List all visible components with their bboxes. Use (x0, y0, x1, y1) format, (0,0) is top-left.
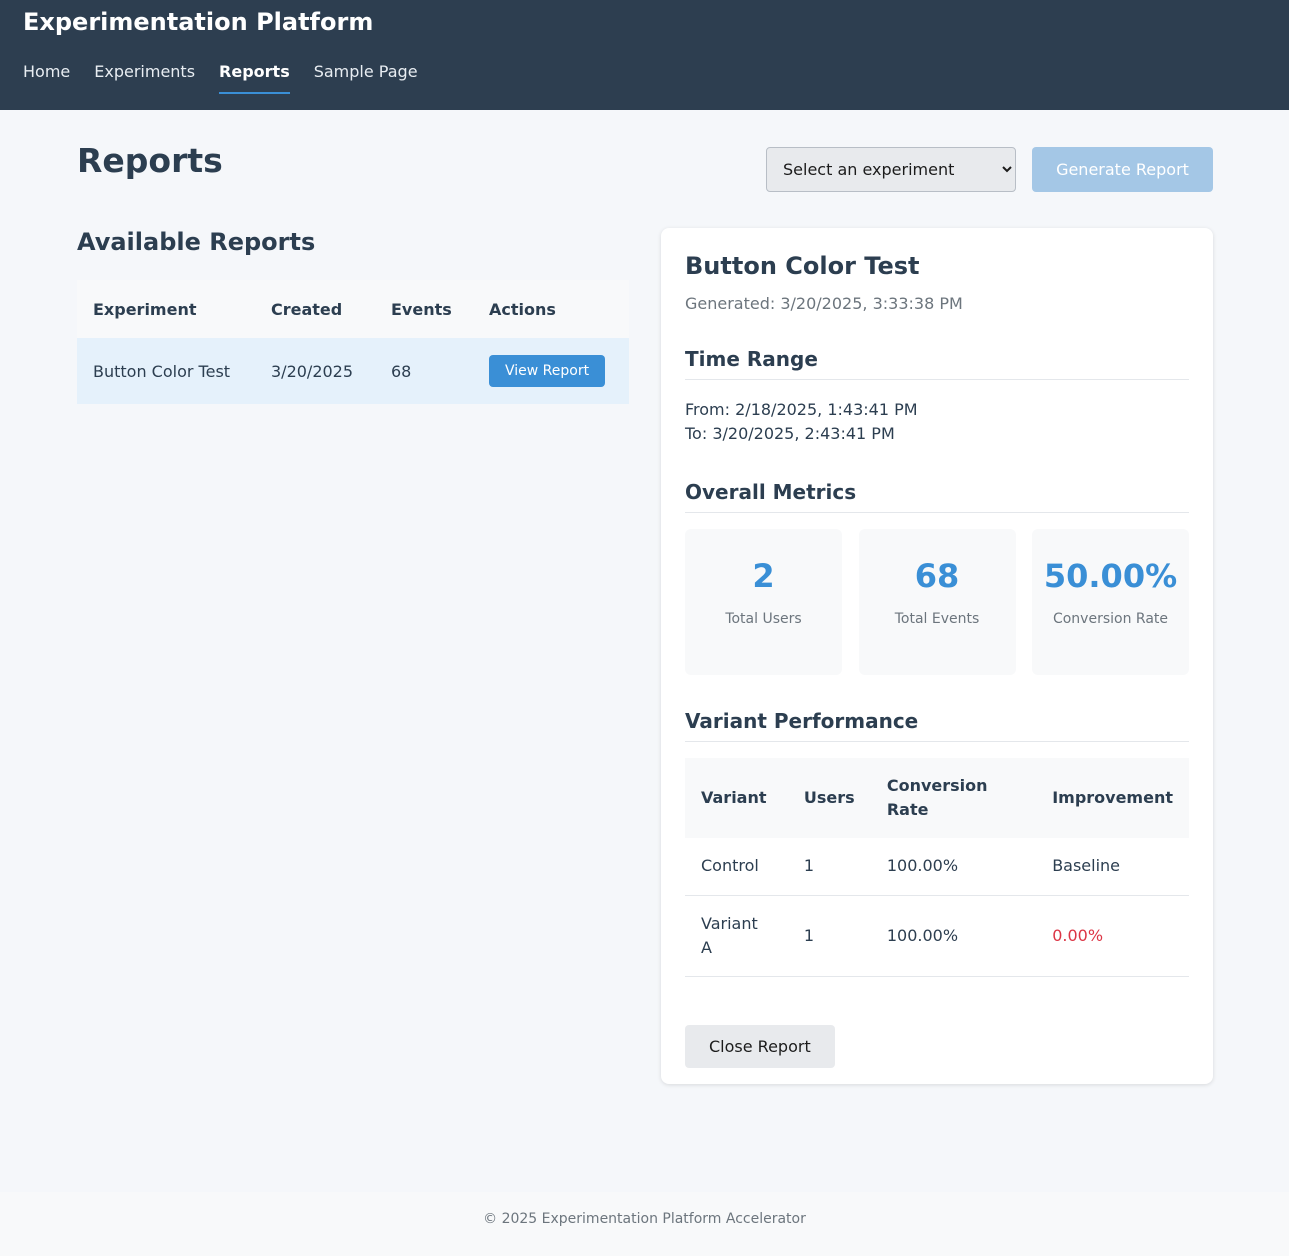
time-range-from: From: 2/18/2025, 1:43:41 PM (685, 400, 918, 419)
col-variant: Variant (685, 758, 788, 838)
col-users: Users (787, 758, 871, 838)
metric-label: Conversion Rate (1052, 611, 1169, 627)
top-navbar: Experimentation Platform Home Experiment… (0, 0, 1289, 110)
col-experiment: Experiment (77, 280, 255, 338)
col-improvement: Improvement (1036, 758, 1189, 838)
table-row: Control 1 100.00% Baseline (685, 838, 1189, 896)
reports-table-header: Experiment Created Events Actions (77, 280, 629, 338)
cell-rate: 100.00% (870, 895, 1037, 977)
variant-table-header: Variant Users Conversion Rate Improvemen… (685, 758, 1189, 838)
table-row[interactable]: Button Color Test 3/20/2025 68 View Repo… (77, 338, 629, 404)
time-range-to: To: 3/20/2025, 2:43:41 PM (685, 424, 895, 443)
cell-users: 1 (787, 895, 871, 977)
page-header: Reports Select an experiment Generate Re… (77, 110, 1213, 228)
table-row: Variant A 1 100.00% 0.00% (685, 895, 1189, 977)
cell-improvement: Baseline (1036, 838, 1189, 896)
reports-table: Experiment Created Events Actions Button… (77, 280, 629, 404)
metric-value: 50.00% (1043, 557, 1178, 595)
report-detail-card: Button Color Test Generated: 3/20/2025, … (661, 228, 1213, 1084)
col-events: Events (375, 280, 473, 338)
cell-created: 3/20/2025 (255, 338, 375, 404)
metric-total-events: 68 Total Events (858, 529, 1016, 675)
cell-actions: View Report (473, 338, 629, 404)
nav-home[interactable]: Home (23, 48, 70, 94)
overall-metrics-section: Overall Metrics 2 Total Users 68 Total E… (685, 480, 1189, 675)
footer: © 2025 Experimentation Platform Accelera… (0, 1192, 1289, 1256)
variant-table: Variant Users Conversion Rate Improvemen… (685, 758, 1189, 977)
cell-events: 68 (375, 338, 473, 404)
col-created: Created (255, 280, 375, 338)
cell-users: 1 (787, 838, 871, 896)
page-title: Reports (77, 141, 223, 180)
cell-experiment: Button Color Test (77, 338, 255, 404)
report-generated-timestamp: Generated: 3/20/2025, 3:33:38 PM (685, 294, 963, 313)
overall-metrics-title: Overall Metrics (685, 480, 1189, 513)
col-actions: Actions (473, 280, 629, 338)
metric-label: Total Users (725, 611, 802, 627)
footer-text: © 2025 Experimentation Platform Accelera… (483, 1211, 806, 1227)
metric-total-users: 2 Total Users (685, 529, 842, 675)
variant-performance-section: Variant Performance Variant Users Conver… (685, 709, 1189, 977)
metric-value: 2 (752, 557, 775, 595)
main-nav: Home Experiments Reports Sample Page (23, 48, 1266, 110)
nav-reports[interactable]: Reports (219, 48, 290, 94)
cell-variant: Control (685, 838, 788, 896)
app-title: Experimentation Platform (23, 8, 374, 36)
view-report-button[interactable]: View Report (489, 355, 606, 387)
nav-sample-page[interactable]: Sample Page (314, 48, 418, 94)
variant-performance-title: Variant Performance (685, 709, 1189, 742)
cell-rate: 100.00% (870, 838, 1037, 896)
cell-improvement: 0.00% (1036, 895, 1189, 977)
experiment-select[interactable]: Select an experiment (766, 147, 1016, 192)
nav-experiments[interactable]: Experiments (94, 48, 195, 94)
close-report-button[interactable]: Close Report (685, 1024, 835, 1068)
cell-variant: Variant A (685, 895, 788, 977)
main-content: Reports Select an experiment Generate Re… (77, 110, 1213, 1084)
metric-conversion-rate: 50.00% Conversion Rate (1032, 529, 1189, 675)
metric-value: 68 (914, 557, 960, 595)
available-reports-title: Available Reports (77, 228, 316, 256)
report-title: Button Color Test (685, 252, 920, 280)
generate-report-button[interactable]: Generate Report (1032, 147, 1213, 192)
metric-label: Total Events (894, 611, 980, 627)
available-reports-panel: Available Reports Experiment Created Eve… (77, 228, 629, 404)
time-range-section: Time Range From: 2/18/2025, 1:43:41 PM T… (685, 347, 1189, 446)
col-conversion-rate: Conversion Rate (870, 758, 1037, 838)
time-range-title: Time Range (685, 347, 1189, 380)
